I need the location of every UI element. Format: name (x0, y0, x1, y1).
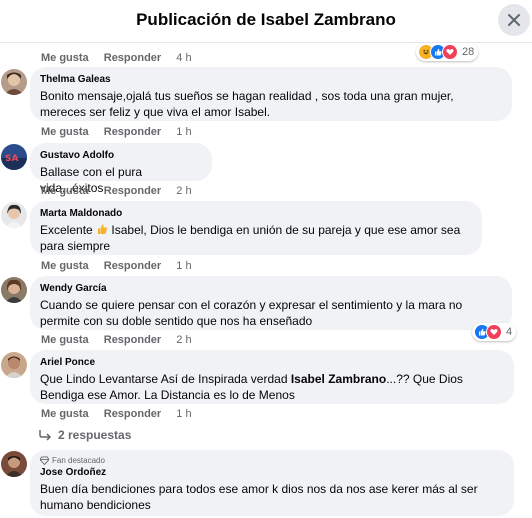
mention-link[interactable]: Isabel Zambrano (291, 372, 386, 386)
comment-time: 1 h (176, 260, 192, 272)
close-icon (508, 14, 520, 26)
comment-author[interactable]: Thelma Galeas (40, 73, 502, 86)
comment-time: 1 h (176, 126, 192, 138)
reply-link[interactable]: Responder (104, 334, 161, 346)
reply-link[interactable]: Responder (104, 52, 161, 64)
svg-text:SA: SA (5, 154, 18, 164)
reply-link[interactable]: Responder (104, 260, 161, 272)
avatar[interactable] (1, 277, 27, 303)
love-icon (486, 324, 502, 340)
comment-time: 1 h (176, 408, 192, 420)
comment-author[interactable]: Ariel Ponce (40, 356, 504, 369)
reply-link[interactable]: Responder (104, 185, 161, 197)
avatar[interactable]: SA (1, 144, 27, 170)
comment-time: 2 h (176, 185, 192, 197)
reaction-count: 28 (462, 46, 475, 58)
comment-bubble: Gustavo Adolfo Ballase con el pura vida.… (30, 143, 212, 195)
comment-author[interactable]: Wendy García (40, 282, 502, 295)
reaction-summary[interactable]: 4 (472, 323, 517, 341)
comment-time: 4 h (176, 52, 192, 64)
like-link[interactable]: Me gusta (41, 260, 89, 272)
close-button[interactable] (498, 4, 530, 36)
like-link[interactable]: Me gusta (41, 408, 89, 420)
view-replies-link[interactable]: 2 respuestas (38, 428, 131, 442)
like-link[interactable]: Me gusta (41, 334, 89, 346)
comment-text: Cuando se quiere pensar con el corazón y… (40, 298, 463, 328)
reply-link[interactable]: Responder (104, 126, 161, 138)
dialog-header: Publicación de Isabel Zambrano (0, 0, 532, 43)
comment-actions: Me gusta Responder 2 h (41, 185, 204, 197)
like-link[interactable]: Me gusta (41, 185, 89, 197)
comment-text: Que Lindo Levantarse Así de Inspirada ve… (40, 372, 463, 402)
comment-bubble: Marta Maldonado Excelente Isabel, Dios l… (30, 201, 482, 255)
avatar[interactable] (1, 69, 27, 95)
comment-text: Buen día bendiciones para todos ese amor… (40, 482, 478, 512)
avatar[interactable] (1, 451, 27, 477)
avatar[interactable] (1, 202, 27, 228)
reply-link[interactable]: Responder (104, 408, 161, 420)
comment-author[interactable]: Gustavo Adolfo (40, 149, 202, 162)
comment-text: Bonito mensaje,ojalá tus sueños se hagan… (40, 89, 454, 119)
reaction-count: 4 (506, 326, 513, 338)
comment-actions-top: Me gusta Responder 4 h (41, 52, 204, 64)
reply-arrow-icon (39, 430, 52, 441)
comment-time: 2 h (176, 334, 192, 346)
love-icon (442, 44, 458, 60)
comment-bubble: Wendy García Cuando se quiere pensar con… (30, 276, 512, 330)
comment-author[interactable]: Marta Maldonado (40, 207, 472, 220)
reaction-summary-top[interactable]: 28 (416, 43, 479, 61)
comment-actions: Me gusta Responder 1 h (41, 408, 204, 420)
top-fan-badge: Fan destacado (40, 456, 504, 465)
dialog-title: Publicación de Isabel Zambrano (136, 10, 396, 29)
avatar[interactable] (1, 352, 27, 378)
comment-actions: Me gusta Responder 1 h (41, 126, 204, 138)
comment-actions: Me gusta Responder 2 h (41, 334, 204, 346)
comment-bubble: Thelma Galeas Bonito mensaje,ojalá tus s… (30, 67, 512, 121)
diamond-icon (40, 456, 49, 465)
comment-author[interactable]: Jose Ordoñez (40, 466, 504, 479)
comment-bubble: Fan destacado Jose Ordoñez Buen día bend… (30, 450, 514, 516)
comment-actions: Me gusta Responder 1 h (41, 260, 204, 272)
like-link[interactable]: Me gusta (41, 126, 89, 138)
like-link[interactable]: Me gusta (41, 52, 89, 64)
comment-text: Excelente Isabel, Dios le bendiga en uni… (40, 223, 461, 253)
thumbs-up-emoji-icon (96, 223, 108, 237)
comment-bubble: Ariel Ponce Que Lindo Levantarse Así de … (30, 350, 514, 404)
